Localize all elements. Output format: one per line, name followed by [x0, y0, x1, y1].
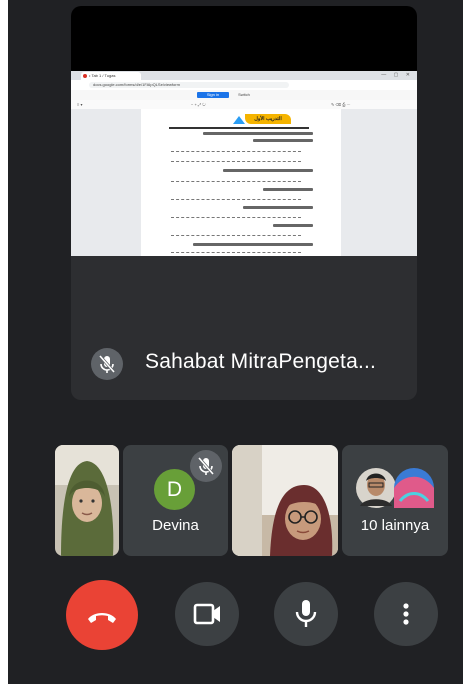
participant-tile[interactable]	[232, 445, 338, 556]
worksheet-question	[223, 169, 313, 172]
presenter-tile[interactable]: • Tab 1 / Tugas — ▢ ✕ docs.google.com/fo…	[71, 6, 417, 400]
worksheet-question	[193, 243, 313, 246]
mic-off-icon	[91, 348, 123, 380]
browser-tab: • Tab 1 / Tugas	[81, 72, 141, 80]
answer-line	[171, 161, 301, 162]
url-field: docs.google.com/forms/d/e/1FAIpQLSe/view…	[89, 82, 289, 88]
pdf-toolbar-icons: ≡ ▾	[77, 102, 83, 107]
answer-line	[171, 235, 301, 236]
more-vert-icon	[403, 603, 409, 625]
participant-name: Devina	[152, 517, 199, 534]
worksheet-rule	[169, 127, 309, 129]
worksheet-question	[273, 224, 313, 227]
participant-video	[55, 445, 119, 556]
screen-share: • Tab 1 / Tugas — ▢ ✕ docs.google.com/fo…	[71, 6, 417, 256]
worksheet-heading: التدريب الأول	[245, 114, 291, 124]
answer-line	[171, 217, 301, 218]
camera-button[interactable]	[175, 582, 239, 646]
tab-title: • Tab 1 / Tugas	[89, 73, 116, 78]
meet-screen: • Tab 1 / Tugas — ▢ ✕ docs.google.com/fo…	[8, 0, 463, 684]
worksheet-question	[253, 139, 313, 142]
mic-off-icon	[190, 450, 222, 482]
answer-line	[171, 252, 301, 253]
worksheet-question	[203, 132, 313, 135]
shared-browser-window: • Tab 1 / Tugas — ▢ ✕ docs.google.com/fo…	[71, 71, 417, 256]
participant-video	[232, 445, 338, 556]
more-options-button[interactable]	[374, 582, 438, 646]
mic-icon	[295, 600, 317, 627]
participant-tile-others[interactable]: 10 lainnya	[342, 445, 448, 556]
worksheet-page: التدريب الأول	[141, 109, 341, 256]
worksheet-logo-icon	[233, 116, 245, 124]
answer-line	[171, 151, 301, 152]
shared-primary-button: Sign in	[197, 92, 229, 98]
shared-secondary-button: Switch	[238, 92, 250, 97]
pdf-tools-icons: ✎ ⌫ ⎙ ⋯	[331, 102, 351, 107]
tab-favicon-icon	[83, 74, 87, 78]
window-controls-icon: — ▢ ✕	[381, 72, 413, 78]
document-viewport: التدريب الأول	[71, 109, 417, 256]
participant-tile[interactable]	[55, 445, 119, 556]
answer-line	[171, 199, 301, 200]
end-call-button[interactable]	[66, 580, 138, 650]
participant-tile-devina[interactable]: D Devina	[123, 445, 228, 556]
end-call-icon	[88, 613, 116, 623]
answer-line	[171, 181, 301, 182]
browser-tab-bar: • Tab 1 / Tugas — ▢ ✕	[71, 71, 417, 80]
presenter-name: Sahabat MitraPengeta...	[145, 350, 377, 373]
pdf-zoom-icons: − + ⤢ ↻	[191, 102, 206, 107]
worksheet-question	[263, 188, 313, 191]
avatar: D	[154, 469, 195, 510]
worksheet-question	[243, 206, 313, 209]
video-camera-icon	[193, 603, 220, 625]
group-avatars	[356, 468, 434, 508]
more-participants-label: 10 lainnya	[360, 517, 430, 534]
microphone-button[interactable]	[274, 582, 338, 646]
